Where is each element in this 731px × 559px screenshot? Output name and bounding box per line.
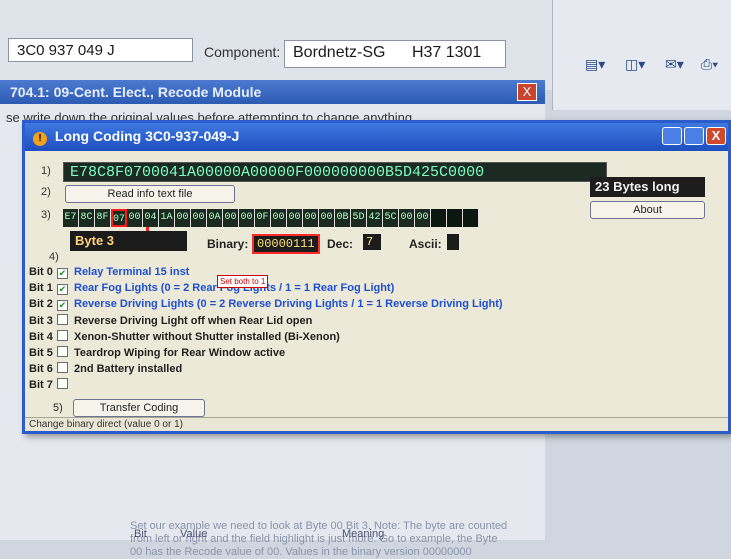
byte-cell[interactable]: 00	[239, 209, 255, 227]
bit-description: 2nd Battery installed	[74, 363, 183, 375]
component-name: Bordnetz-SG	[293, 44, 386, 61]
bit-label: Bit 6	[29, 363, 53, 375]
bit-label: Bit 5	[29, 347, 53, 359]
bit-checkbox[interactable]	[57, 314, 68, 325]
byte-cell[interactable]: 0B	[335, 209, 351, 227]
dialog-title-bar: ! Long Coding 3C0-937-049-J X	[25, 123, 728, 151]
bit-checkbox[interactable]	[57, 330, 68, 341]
about-button[interactable]: About	[590, 201, 705, 219]
row-label-5: 5)	[53, 402, 63, 414]
column-bit: Bit	[134, 528, 147, 540]
byte-cell-empty	[463, 209, 479, 227]
bit-checkbox[interactable]	[57, 346, 68, 357]
bit-checkbox[interactable]: ✔	[57, 284, 68, 295]
byte-cell[interactable]: 1A	[159, 209, 175, 227]
maximize-button[interactable]	[684, 127, 704, 145]
bit-description: Reverse Driving Lights (0 = 2 Reverse Dr…	[74, 298, 503, 310]
bit-label: Bit 2	[29, 298, 53, 310]
byte-cell[interactable]: E7	[63, 209, 79, 227]
byte-cell-empty	[447, 209, 463, 227]
transfer-coding-button[interactable]: Transfer Coding	[73, 399, 205, 417]
bit-row: Bit 2 ✔ Reverse Driving Lights (0 = 2 Reve…	[29, 298, 503, 312]
bit-row: Bit 7	[29, 378, 74, 392]
byte-cell[interactable]: 00	[399, 209, 415, 227]
bit-checkbox[interactable]	[57, 378, 68, 389]
bytes-long-label: 23 Bytes long	[590, 177, 705, 197]
feeds-icon[interactable]: ◫▾	[625, 56, 645, 73]
byte-cell[interactable]: 00	[415, 209, 431, 227]
byte-cell[interactable]: 00	[191, 209, 207, 227]
long-coding-dialog: ! Long Coding 3C0-937-049-J X 1) E78C8F0…	[22, 120, 731, 434]
page-icon[interactable]: ▤▾	[585, 56, 605, 73]
minimize-button[interactable]	[662, 127, 682, 145]
byte-cell[interactable]: 00	[223, 209, 239, 227]
bit-label: Bit 4	[29, 331, 53, 343]
dialog-title: Long Coding 3C0-937-049-J	[54, 128, 240, 144]
byte-cell[interactable]: 8C	[79, 209, 95, 227]
row-label-1: 1)	[41, 165, 51, 177]
bit-description: Relay Terminal 15 inst	[74, 266, 190, 278]
ascii-label: Ascii:	[409, 237, 442, 251]
byte-cell[interactable]: 00	[127, 209, 143, 227]
print-icon[interactable]: ⎙▾	[701, 56, 718, 73]
bit-description: Teardrop Wiping for Rear Window active	[74, 347, 286, 359]
byte-cell[interactable]: 42	[367, 209, 383, 227]
warning-icon: !	[33, 132, 47, 146]
row-label-2: 2)	[41, 186, 51, 198]
component-code: H37 1301	[411, 44, 482, 61]
bit-label: Bit 3	[29, 315, 53, 327]
byte-label: Byte 3	[70, 231, 187, 251]
bit-label: Bit 1	[29, 282, 53, 294]
byte-cell[interactable]: 00	[319, 209, 335, 227]
column-value: Value	[180, 528, 208, 540]
bit-row: Bit 5 Teardrop Wiping for Rear Window act…	[29, 346, 285, 360]
bit-row: Bit 6 2nd Battery installed	[29, 362, 182, 376]
byte-cell[interactable]: 0F	[255, 209, 271, 227]
bit-description: Xenon-Shutter without Shutter installed …	[74, 331, 340, 343]
bit-checkbox[interactable]: ✔	[57, 268, 68, 279]
recode-close-button[interactable]: X	[517, 83, 537, 101]
component-label: Component:	[204, 44, 281, 60]
byte-cell[interactable]: 00	[175, 209, 191, 227]
byte-cell-empty	[431, 209, 447, 227]
component-field: Bordnetz-SG H37 1301	[284, 40, 506, 68]
dec-label: Dec:	[327, 237, 354, 251]
byte-selector-row: E7 8C 8F 07 00 04 1A 00 00 0A 00 00 0F 00 00 00 00 0B 5D 42…	[63, 209, 479, 227]
bit-row: Bit 0 ✔ Relay Terminal 15 inst	[29, 266, 189, 280]
byte-cell[interactable]: 00	[271, 209, 287, 227]
row-label-3: 3)	[41, 209, 51, 221]
column-meaning: Meaning	[342, 528, 385, 540]
binary-label: Binary:	[207, 237, 249, 251]
byte-cell[interactable]: 00	[287, 209, 303, 227]
row-label-4: 4)	[49, 251, 59, 263]
byte-cell[interactable]: 0A	[207, 209, 223, 227]
bit-row: Bit 4 Xenon-Shutter without Shutter insta…	[29, 330, 340, 344]
bit-row: Bit 1 ✔ Rear Fog Lights (0 = 2 Rear Fog Li…	[29, 282, 394, 296]
status-bar: Change binary direct (value 0 or 1)	[25, 417, 728, 431]
bit-checkbox[interactable]: ✔	[57, 300, 68, 311]
read-info-button[interactable]: Read info text file	[65, 185, 235, 203]
coding-string-field[interactable]: E78C8F0700041A00000A00000F000000000B5D42…	[63, 162, 607, 182]
byte-cell[interactable]: 00	[303, 209, 319, 227]
bit-label: Bit 7	[29, 379, 53, 391]
bit-description: Reverse Driving Light off when Rear Lid …	[74, 315, 313, 327]
recode-title: 704.1: 09-Cent. Elect., Recode Module	[0, 80, 545, 104]
close-button[interactable]: X	[706, 127, 726, 145]
dec-value[interactable]: 7	[363, 234, 381, 250]
binary-value[interactable]: 00000111	[252, 234, 320, 254]
bit-label: Bit 0	[29, 266, 53, 278]
byte-cell[interactable]: 8F	[95, 209, 111, 227]
controller-code-field: 3C0 937 049 J	[8, 38, 193, 62]
byte-cell[interactable]: 5D	[351, 209, 367, 227]
ie-toolbar: ▤▾ ◫▾ ✉▾ ⎙▾	[552, 0, 731, 110]
byte-cell[interactable]: 04	[143, 209, 159, 227]
byte-cell[interactable]: 5C	[383, 209, 399, 227]
bit-checkbox[interactable]	[57, 362, 68, 373]
ascii-value[interactable]	[447, 234, 459, 250]
callout-note: Set both to 1	[217, 275, 269, 288]
byte-cell[interactable]: 07	[111, 209, 127, 227]
bit-row: Bit 3 Reverse Driving Light off when Rear…	[29, 314, 312, 328]
mail-icon[interactable]: ✉▾	[665, 56, 684, 73]
